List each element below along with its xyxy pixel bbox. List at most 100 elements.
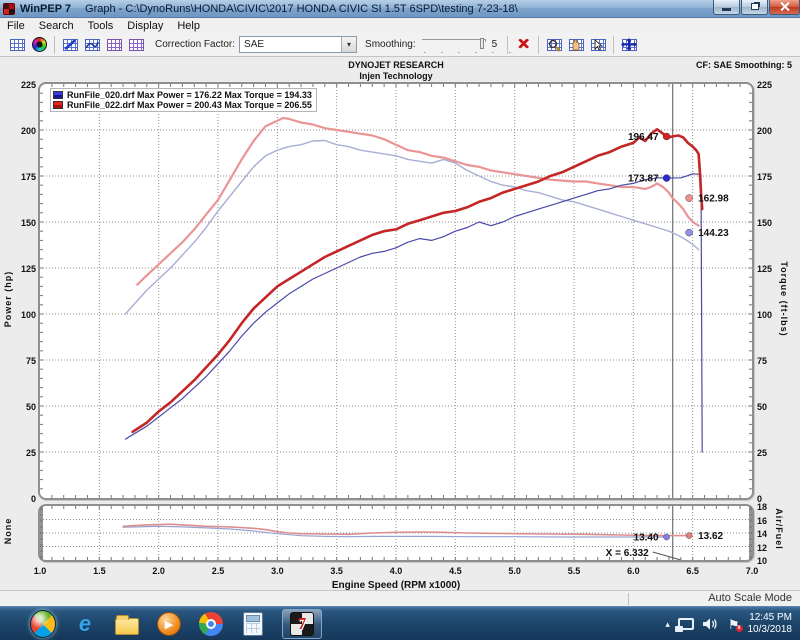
scale-mode-status: Auto Scale Mode [708,592,792,604]
internet-explorer-button[interactable]: e [72,611,98,637]
torque-axis-tick: 25 [757,448,779,458]
airfuel-axis-tick: 14 [757,529,779,539]
airfuel-chart[interactable]: 13.4013.62X = 6.332 [40,506,752,560]
legend: RunFile_020.drf Max Power = 176.22 Max T… [50,88,317,112]
power-axis-tick: 225 [14,80,36,90]
volume-icon[interactable] [702,617,720,631]
file-explorer-button[interactable] [114,611,140,637]
power-axis-tick: 175 [14,172,36,182]
zoom-graph-button[interactable] [543,35,565,55]
color-settings-button[interactable] [28,35,50,55]
main-chart-panel: 196.47173.87162.98144.23 RunFile_020.drf… [38,82,754,500]
menu-search[interactable]: Search [32,19,81,33]
rpm-axis-tick: 4.5 [441,566,469,576]
power-axis-tick: 0 [14,494,36,504]
network-icon[interactable] [678,618,694,630]
menu-help[interactable]: Help [170,19,207,33]
legend-row[interactable]: RunFile_022.drf Max Power = 200.43 Max T… [53,100,312,110]
restore-icon [751,3,759,10]
graph-view-4-button[interactable] [125,35,147,55]
close-icon [779,1,790,12]
graph-view-1-button[interactable] [59,35,81,55]
color-wheel-icon [32,37,47,52]
windows-taskbar: e ▶ 7 ▴ ⚑x 12:45 PM 10/3/2018 [0,606,800,640]
chrome-button[interactable] [198,611,224,637]
menu-tools[interactable]: Tools [81,19,121,33]
chevron-down-icon[interactable]: ▾ [341,37,356,52]
minimize-button[interactable] [713,0,740,15]
correction-factor-value: SAE [240,39,341,50]
power-axis-tick: 25 [14,448,36,458]
power-axis-tick: 100 [14,310,36,320]
airfuel-chart-panel: 13.4013.62X = 6.332 [38,504,754,562]
folder-icon [115,618,139,635]
power-axis-tick: 125 [14,264,36,274]
window-title: Graph - C:\DynoRuns\HONDA\CIVIC\2017 HON… [85,3,518,15]
winpep-app-icon [3,3,15,15]
windows-orb-icon [30,610,56,638]
series-runfile-022-air-fuel [123,524,687,535]
close-button[interactable] [769,0,800,15]
data-table-button[interactable] [6,35,28,55]
graph-3d-icon [107,39,122,51]
torque-axis-tick: 75 [757,356,779,366]
chart-subtitle: Injen Technology [40,71,752,81]
graph-view-3-button[interactable] [103,35,125,55]
table-grid-icon [10,39,25,51]
cursor-value-label: 173.87 [628,174,659,185]
media-player-icon: ▶ [157,612,181,636]
tray-date: 10/3/2018 [748,624,793,636]
legend-swatch-icon [53,101,63,109]
chrome-icon [199,612,223,636]
power-axis-tick: 150 [14,218,36,228]
menu-file[interactable]: File [0,19,32,33]
restore-button[interactable] [741,0,768,15]
left-axis-title: Power (hp) [3,269,13,329]
action-center-icon[interactable]: ⚑x [728,618,740,631]
rpm-axis-tick: 1.0 [26,566,54,576]
airfuel-axis-tick: 12 [757,543,779,553]
calculator-button[interactable] [240,611,266,637]
select-graph-button[interactable] [587,35,609,55]
start-button[interactable] [30,611,56,637]
media-player-button[interactable]: ▶ [156,611,182,637]
rpm-axis-tick: 6.5 [679,566,707,576]
minimize-icon [722,8,731,11]
clock[interactable]: 12:45 PM 10/3/2018 [748,612,793,636]
pan-graph-button[interactable] [565,35,587,55]
red-x-icon: ✕ [517,37,530,52]
app-name: WinPEP 7 [20,3,71,15]
rpm-axis-tick: 3.0 [263,566,291,576]
winpep-window: WinPEP 7 Graph - C:\DynoRuns\HONDA\CIVIC… [0,0,800,640]
main-chart[interactable]: 196.47173.87162.98144.23 [40,84,752,498]
graph-grid-icon [129,39,144,51]
cursor-value-label: 162.98 [698,194,729,205]
correction-factor-label: Correction Factor: [155,39,235,50]
menu-display[interactable]: Display [120,19,170,33]
correction-factor-select[interactable]: SAE ▾ [239,36,357,53]
winpep-taskbar-button[interactable]: 7 [282,609,322,639]
tray-expand-icon[interactable]: ▴ [665,619,670,630]
torque-axis-tick: 150 [757,218,779,228]
internet-explorer-icon: e [79,611,91,637]
status-divider [628,593,629,605]
cursor-marker-dot [686,195,693,202]
title-bar[interactable]: WinPEP 7 Graph - C:\DynoRuns\HONDA\CIVIC… [0,0,800,18]
move-cursor-button[interactable] [618,35,640,55]
legend-swatch-icon [53,91,63,99]
rpm-axis-tick: 7.0 [738,566,766,576]
airfuel-axis-tick: 18 [757,502,779,512]
rpm-axis-tick: 3.5 [323,566,351,576]
cursor-marker-dot [663,133,670,140]
chart-title: DYNOJET RESEARCH [40,60,752,70]
smoothing-slider[interactable]: . . . . . . [422,37,486,53]
torque-axis-tick: 125 [757,264,779,274]
status-bar: Auto Scale Mode [0,590,800,606]
graph-view-2-button[interactable] [81,35,103,55]
slider-handle[interactable] [480,38,484,49]
legend-row[interactable]: RunFile_020.drf Max Power = 176.22 Max T… [53,90,312,100]
system-tray: ▴ ⚑x 12:45 PM 10/3/2018 [665,607,796,640]
rpm-axis-tick: 5.5 [560,566,588,576]
rpm-axis-tick: 6.0 [619,566,647,576]
cursor-value-label: 144.23 [698,228,729,239]
